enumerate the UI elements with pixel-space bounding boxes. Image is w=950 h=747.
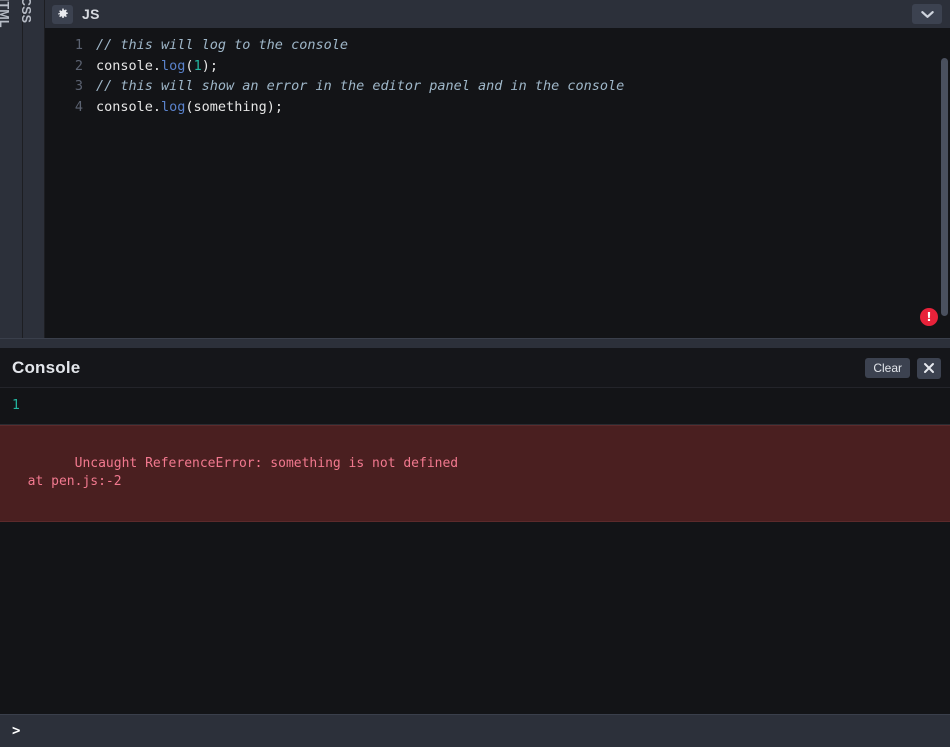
line-number: 1 [74, 37, 83, 53]
clear-console-label: Clear [873, 361, 902, 375]
collapsed-pane-css-label: CSS [19, 0, 34, 24]
editor-scrollbar-thumb[interactable] [941, 58, 948, 316]
code-line: 4 console.log(something); [45, 97, 950, 118]
close-icon[interactable] [917, 357, 941, 379]
collapsed-pane-html[interactable]: HTML [0, 0, 23, 338]
js-code-lines: 1 // this will log to the console 2 cons… [45, 28, 950, 117]
console-error-text: Uncaught ReferenceError: something is no… [27, 456, 459, 489]
code-line: 3 // this will show an error in the edit… [45, 76, 950, 97]
js-editor-language-label: JS [82, 6, 100, 22]
collapsed-editor-rail: HTML CSS [0, 0, 45, 338]
collapsed-pane-html-label: HTML [0, 0, 11, 28]
gear-icon[interactable] [52, 4, 73, 24]
console-header: Console Clear [0, 349, 950, 388]
console-log-row: 1 [0, 388, 950, 425]
line-number: 3 [74, 78, 83, 94]
console-error-row: Uncaught ReferenceError: something is no… [0, 425, 950, 522]
pane-resize-divider[interactable] [0, 338, 950, 349]
line-content: console.log(1); [96, 56, 218, 77]
code-token: 1 [193, 57, 202, 74]
code-token: ); [201, 57, 218, 74]
code-token: // this will log to the console [96, 37, 348, 53]
codepen-editor-app: HTML CSS JS [0, 0, 950, 747]
line-content: // this will log to the console [96, 35, 348, 56]
code-token: console. [96, 98, 162, 115]
js-editor-column: JS 1 // this will log to the console 2 c… [45, 0, 950, 338]
code-line: 2 console.log(1); [45, 56, 950, 77]
line-content: // this will show an error in the editor… [96, 76, 624, 97]
code-token: log [161, 57, 186, 74]
clear-console-button[interactable]: Clear [865, 358, 910, 378]
line-number: 4 [74, 98, 83, 115]
console-log-text: 1 [12, 398, 20, 413]
prompt-chevron-icon: > [12, 723, 21, 739]
console-output-list[interactable]: 1 Uncaught ReferenceError: something is … [0, 388, 950, 714]
code-line: 1 // this will log to the console [45, 35, 950, 56]
line-number: 2 [74, 57, 83, 74]
collapsed-pane-css[interactable]: CSS [19, 0, 45, 338]
error-badge-glyph: ! [926, 310, 932, 324]
code-token: log [161, 98, 186, 115]
code-token: (something); [185, 98, 283, 115]
code-token: // this will show an error in the editor… [96, 78, 625, 94]
console-input[interactable] [28, 723, 938, 739]
code-token: console. [96, 57, 162, 74]
line-content: console.log(something); [96, 97, 283, 118]
editor-region: HTML CSS JS [0, 0, 950, 338]
console-region: Console Clear 1 Uncaught ReferenceError:… [0, 349, 950, 747]
js-code-area[interactable]: 1 // this will log to the console 2 cons… [45, 28, 950, 338]
console-title: Console [12, 358, 81, 377]
code-token: ( [185, 57, 194, 74]
js-editor-toolbar: JS [45, 0, 950, 28]
console-prompt-bar[interactable]: > [0, 714, 950, 747]
chevron-down-icon[interactable] [912, 4, 942, 24]
editor-error-badge[interactable]: ! [920, 308, 938, 326]
